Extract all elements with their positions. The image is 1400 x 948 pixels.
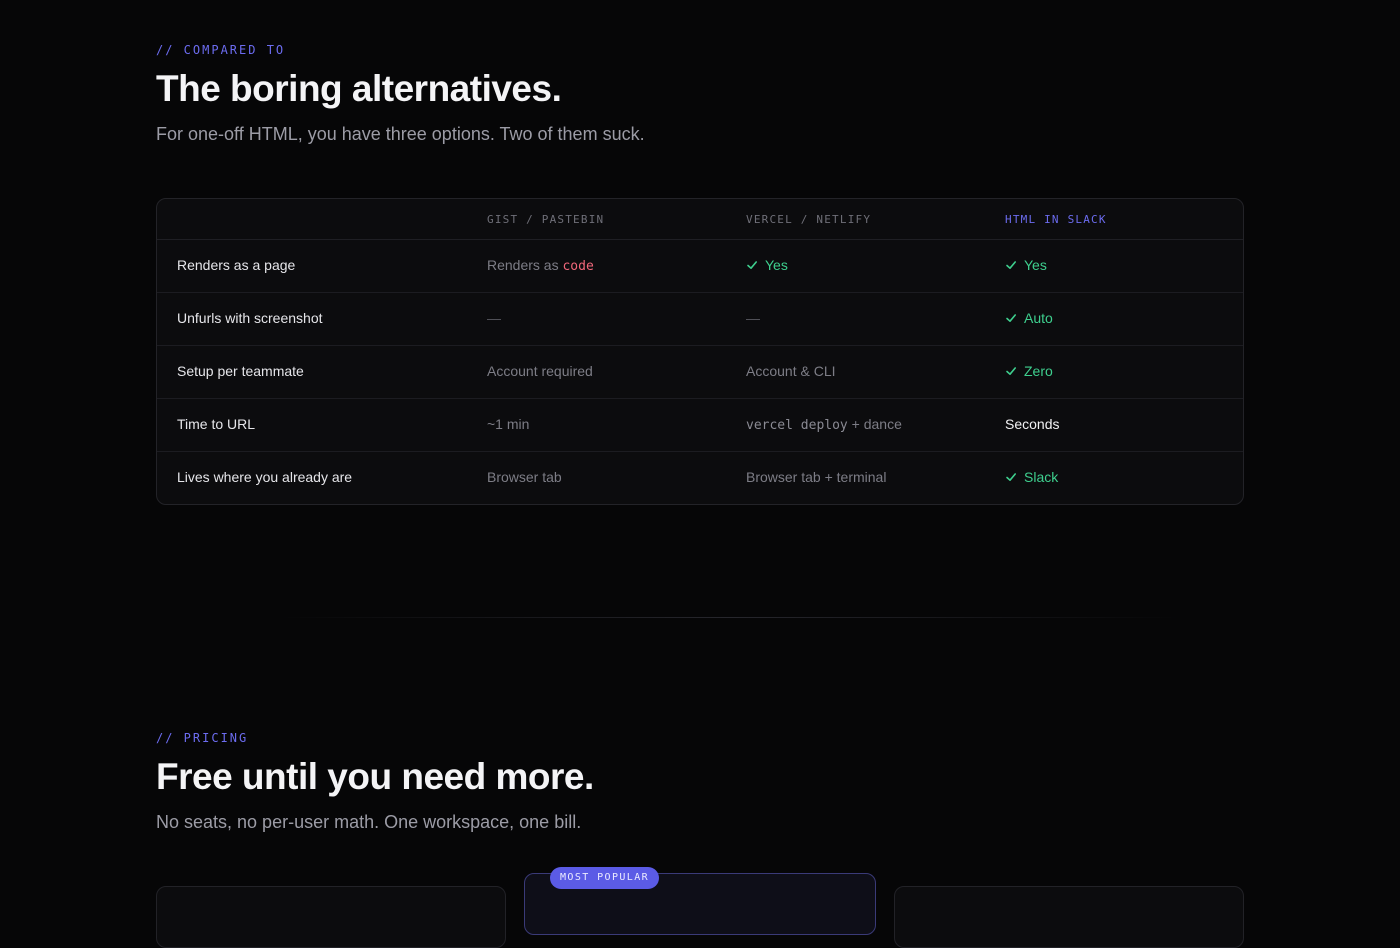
slack-value: Slack xyxy=(1005,469,1058,485)
slack-value-text: Auto xyxy=(1024,310,1053,326)
vercel-value: Yes xyxy=(746,257,788,273)
slack-value: Auto xyxy=(1005,310,1053,326)
compare-subtitle: For one-off HTML, you have three options… xyxy=(156,124,645,144)
vercel-value-text: Yes xyxy=(765,257,788,273)
pricing-card-team xyxy=(894,886,1244,948)
table-header: GIST / PASTEBIN VERCEL / NETLIFY HTML IN… xyxy=(157,199,1243,240)
table-row: Unfurls with screenshot — — Auto xyxy=(157,293,1243,346)
slack-value: Zero xyxy=(1005,363,1053,379)
row-label: Unfurls with screenshot xyxy=(177,310,323,326)
slack-value-text: Slack xyxy=(1024,469,1059,485)
compare-eyebrow: // COMPARED TO xyxy=(156,43,286,57)
table-row: Renders as a page Renders as code Yes Ye… xyxy=(157,240,1243,293)
table-row: Lives where you already are Browser tab … xyxy=(157,452,1243,504)
gist-value: Browser tab xyxy=(487,469,562,485)
check-icon xyxy=(1006,261,1016,269)
most-popular-badge: MOST POPULAR xyxy=(550,867,660,889)
vercel-value-suffix: + dance xyxy=(847,416,902,432)
pricing-subtitle: No seats, no per-user math. One workspac… xyxy=(156,812,582,832)
gist-value: ~1 min xyxy=(487,416,530,432)
comparison-table: GIST / PASTEBIN VERCEL / NETLIFY HTML IN… xyxy=(156,198,1244,505)
check-icon xyxy=(1006,367,1016,375)
row-label: Time to URL xyxy=(177,416,256,432)
col-header-slack: HTML IN SLACK xyxy=(1005,213,1107,226)
slack-value-text: Yes xyxy=(1024,257,1047,273)
table-row: Time to URL ~1 min vercel deploy + dance… xyxy=(157,399,1243,452)
table-row: Setup per teammate Account required Acco… xyxy=(157,346,1243,399)
vercel-value: — xyxy=(746,310,760,326)
vercel-value: Account & CLI xyxy=(746,363,836,379)
pricing-eyebrow: // PRICING xyxy=(156,731,249,745)
pricing-title: Free until you need more. xyxy=(156,756,594,797)
row-label: Setup per teammate xyxy=(177,363,304,379)
col-header-vercel: VERCEL / NETLIFY xyxy=(746,213,872,226)
gist-value: Account required xyxy=(487,363,593,379)
gist-value: Renders as code xyxy=(487,257,594,274)
code-keyword: code xyxy=(562,259,594,274)
vercel-value: vercel deploy + dance xyxy=(746,416,902,433)
pricing-card-free xyxy=(156,886,506,948)
check-icon xyxy=(1006,473,1016,481)
slack-value-text: Zero xyxy=(1024,363,1053,379)
col-header-gist: GIST / PASTEBIN xyxy=(487,213,605,226)
compare-title: The boring alternatives. xyxy=(156,68,562,109)
slack-value: Yes xyxy=(1005,257,1047,273)
cli-command: vercel deploy xyxy=(746,418,848,433)
row-label: Renders as a page xyxy=(177,257,296,273)
check-icon xyxy=(747,261,757,269)
vercel-value: Browser tab + terminal xyxy=(746,469,887,485)
row-label: Lives where you already are xyxy=(177,469,353,485)
gist-value-text: Renders as xyxy=(487,257,563,273)
check-icon xyxy=(1006,314,1016,322)
slack-value: Seconds xyxy=(1005,416,1060,432)
section-divider xyxy=(280,617,1180,618)
gist-value: — xyxy=(487,310,501,326)
